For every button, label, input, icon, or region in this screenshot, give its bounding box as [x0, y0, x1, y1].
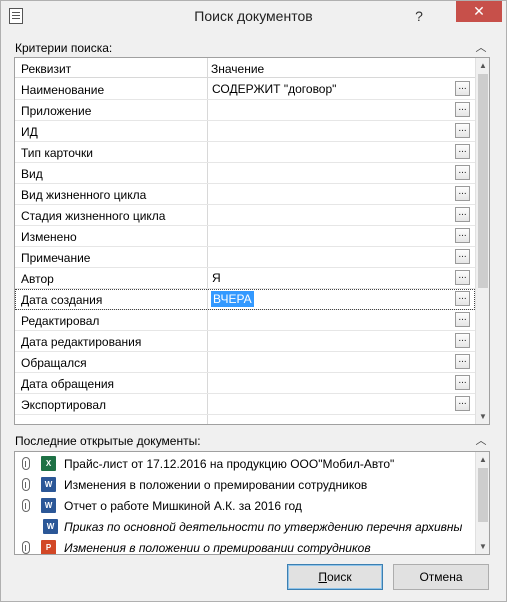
recent-document-item[interactable]: W Изменения в положении о премировании со… [15, 474, 475, 495]
criteria-property: Вид жизненного цикла [21, 188, 147, 202]
criteria-row[interactable]: Приложение... [15, 100, 475, 121]
ellipsis-button[interactable]: ... [455, 81, 470, 96]
criteria-row[interactable]: Тип карточки... [15, 142, 475, 163]
recent-documents-label: Последние открытые документы: [15, 434, 201, 448]
scroll-down-arrow-icon[interactable]: ▼ [476, 539, 489, 554]
criteria-value[interactable]: Я [211, 271, 222, 285]
ellipsis-button[interactable]: ... [455, 228, 470, 243]
chevron-up-icon[interactable]: ︿ [475, 436, 487, 447]
criteria-row[interactable]: Стадия жизненного цикла... [15, 205, 475, 226]
criteria-row[interactable]: Дата обращения... [15, 373, 475, 394]
criteria-row[interactable]: Автор Я... [15, 268, 475, 289]
criteria-label: Критерии поиска: [15, 41, 113, 55]
paperclip-icon [22, 499, 30, 512]
ellipsis-button[interactable]: ... [455, 312, 470, 327]
word-icon: W [41, 477, 56, 492]
recent-document-title: Изменения в положении о премировании сот… [64, 478, 368, 492]
criteria-row[interactable]: Примечание... [15, 247, 475, 268]
recent-document-item[interactable]: P Изменения в положении о премировании со… [15, 537, 475, 555]
criteria-grid: Реквизит Значение Наименование СОДЕРЖИТ "… [14, 57, 490, 425]
ellipsis-button[interactable]: ... [455, 123, 470, 138]
criteria-property: Изменено [21, 230, 77, 244]
recent-document-item[interactable]: W Приказ по основной деятельности по утве… [15, 516, 475, 537]
recent-document-title: Прайс-лист от 17.12.2016 на продукцию ОО… [64, 457, 395, 471]
title-bar: Поиск документов ? ✕ [1, 1, 506, 31]
criteria-row[interactable]: Вид жизненного цикла... [15, 184, 475, 205]
recent-document-item[interactable]: X Прайс-лист от 17.12.2016 на продукцию О… [15, 453, 475, 474]
criteria-row[interactable]: Дата редактирования... [15, 331, 475, 352]
criteria-property: Экспортировал [21, 398, 107, 412]
criteria-row[interactable]: Изменено... [15, 226, 475, 247]
ellipsis-button[interactable]: ... [455, 270, 470, 285]
excel-icon: X [41, 456, 56, 471]
search-button[interactable]: Поиск [287, 564, 383, 590]
criteria-value[interactable]: ВЧЕРА [211, 291, 254, 307]
criteria-property: Тип карточки [21, 146, 93, 160]
criteria-row[interactable]: Обращался... [15, 352, 475, 373]
ellipsis-button[interactable]: ... [455, 354, 470, 369]
criteria-property: Автор [21, 272, 54, 286]
recent-documents-list: X Прайс-лист от 17.12.2016 на продукцию О… [14, 451, 490, 555]
search-button-mnemonic: П [318, 570, 327, 584]
ellipsis-button[interactable]: ... [455, 102, 470, 117]
criteria-property: Дата редактирования [21, 335, 142, 349]
criteria-property: Примечание [21, 251, 91, 265]
recent-document-title: Приказ по основной деятельности по утвер… [64, 520, 463, 534]
word-icon: W [43, 519, 58, 534]
ellipsis-button[interactable]: ... [455, 207, 470, 222]
paperclip-icon [22, 541, 30, 554]
criteria-property: Обращался [21, 356, 87, 370]
criteria-property: Редактировал [21, 314, 100, 328]
chevron-up-icon[interactable]: ︿ [475, 43, 487, 54]
column-header-property[interactable]: Реквизит [21, 62, 71, 76]
criteria-row[interactable]: Вид... [15, 163, 475, 184]
scrollbar-thumb[interactable] [478, 74, 488, 288]
ellipsis-button[interactable]: ... [455, 375, 470, 390]
cancel-button[interactable]: Отмена [393, 564, 489, 590]
help-button[interactable]: ? [409, 7, 429, 25]
ellipsis-button[interactable]: ... [455, 186, 470, 201]
scroll-down-arrow-icon[interactable]: ▼ [476, 409, 489, 424]
criteria-value[interactable]: СОДЕРЖИТ "договор" [211, 82, 337, 96]
search-button-label: оиск [326, 570, 352, 584]
criteria-property: Наименование [21, 83, 105, 97]
criteria-property: Дата создания [21, 293, 103, 307]
ellipsis-button[interactable]: ... [455, 249, 470, 264]
recent-document-item[interactable]: W Отчет о работе Мишкиной А.К. за 2016 го… [15, 495, 475, 516]
recent-document-title: Изменения в положении о премировании сот… [64, 541, 371, 555]
ellipsis-button[interactable]: ... [455, 291, 470, 306]
criteria-row[interactable]: Редактировал... [15, 310, 475, 331]
scroll-up-arrow-icon[interactable]: ▲ [476, 452, 489, 467]
column-header-value[interactable]: Значение [211, 62, 264, 76]
close-button[interactable]: ✕ [456, 1, 502, 22]
powerpoint-icon: P [41, 540, 56, 554]
search-documents-window: Поиск документов ? ✕ Критерии поиска: ︿ … [0, 0, 507, 602]
recent-scrollbar[interactable]: ▲ ▼ [475, 452, 489, 554]
criteria-property: ИД [21, 125, 38, 139]
paperclip-icon [22, 457, 30, 470]
criteria-row[interactable]: Дата создания ВЧЕРА... [15, 289, 475, 310]
criteria-property: Вид [21, 167, 43, 181]
criteria-row[interactable]: Наименование СОДЕРЖИТ "договор"... [15, 79, 475, 100]
ellipsis-button[interactable]: ... [455, 144, 470, 159]
window-title: Поиск документов [194, 8, 313, 24]
ellipsis-button[interactable]: ... [455, 333, 470, 348]
criteria-row[interactable]: ИД... [15, 121, 475, 142]
ellipsis-button[interactable]: ... [455, 396, 470, 411]
criteria-scrollbar[interactable]: ▲ ▼ [475, 58, 489, 424]
criteria-row[interactable]: Экспортировал... [15, 394, 475, 415]
criteria-property: Дата обращения [21, 377, 115, 391]
criteria-property: Приложение [21, 104, 92, 118]
recent-document-title: Отчет о работе Мишкиной А.К. за 2016 год [64, 499, 302, 513]
word-icon: W [41, 498, 56, 513]
scrollbar-thumb[interactable] [478, 468, 488, 522]
paperclip-icon [22, 478, 30, 491]
grid-header: Реквизит Значение [15, 58, 475, 78]
criteria-property: Стадия жизненного цикла [21, 209, 166, 223]
scroll-up-arrow-icon[interactable]: ▲ [476, 58, 489, 73]
ellipsis-button[interactable]: ... [455, 165, 470, 180]
